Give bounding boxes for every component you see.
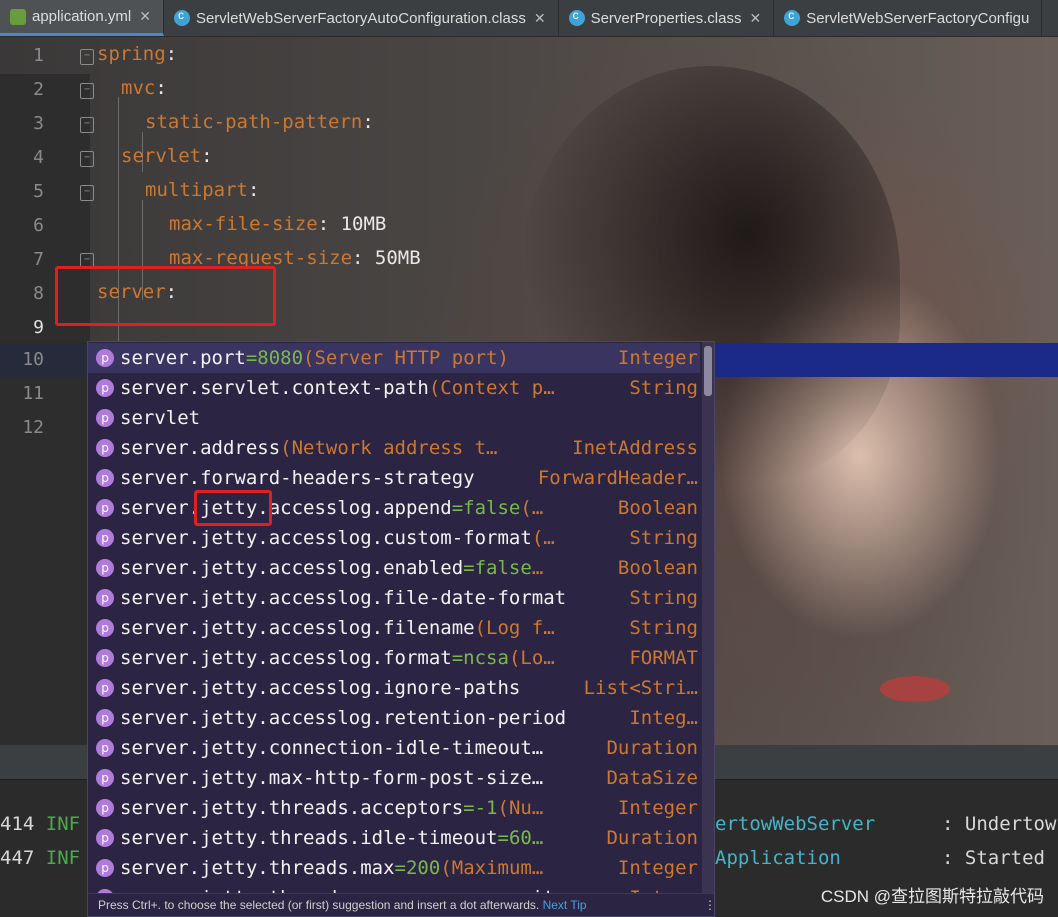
line-number: 7 xyxy=(33,249,44,270)
property-icon: p xyxy=(96,799,114,817)
next-tip-link[interactable]: Next Tip xyxy=(543,898,587,912)
line-number: 8 xyxy=(33,283,44,304)
completion-item[interactable]: p server.jetty.accesslog.ignore-paths List… xyxy=(88,673,700,703)
console-row: 447 INF xyxy=(0,847,81,869)
line-number: 6 xyxy=(33,215,44,236)
completion-item[interactable]: p server.jetty.accesslog.format =ncsa (Lo…… xyxy=(88,643,700,673)
completion-item[interactable]: p server.port =8080 (Server HTTP port) Inte… xyxy=(88,343,700,373)
fold-icon[interactable]: − xyxy=(80,117,94,133)
property-icon: p xyxy=(96,439,114,457)
close-icon[interactable]: ✕ xyxy=(534,10,546,27)
property-icon: p xyxy=(96,559,114,577)
console-logger: ertowWebServer xyxy=(715,813,876,835)
line-number: 1 xyxy=(33,45,44,66)
property-icon: p xyxy=(96,529,114,547)
more-options-icon[interactable]: ⋮ xyxy=(704,894,714,916)
completion-item[interactable]: p server.jetty.accesslog.filename (Log f…… xyxy=(88,613,700,643)
console-message: : Started xyxy=(942,847,1045,869)
line-number: 5 xyxy=(33,181,44,202)
completion-item[interactable]: p server.jetty.accesslog.enabled =false … B… xyxy=(88,553,700,583)
completion-item[interactable]: p server.address (Network address t… InetA… xyxy=(88,433,700,463)
completion-hint-bar: Press Ctrl+. to choose the selected (or … xyxy=(88,893,714,916)
fold-icon[interactable]: − xyxy=(80,49,94,65)
tab-label: application.yml xyxy=(32,8,132,25)
completion-item[interactable]: p server.jetty.accesslog.append =false (… B… xyxy=(88,493,700,523)
fold-icon[interactable]: − xyxy=(80,185,94,201)
console-message: : Undertow xyxy=(942,813,1057,835)
completion-item[interactable]: p server.jetty.connection-idle-timeout… Du… xyxy=(88,733,700,763)
property-icon: p xyxy=(96,769,114,787)
property-icon: p xyxy=(96,649,114,667)
completion-item[interactable]: p server.jetty.threads.acceptors =-1 (Nu… I… xyxy=(88,793,700,823)
class-file-icon xyxy=(568,8,585,26)
line-number: 12 xyxy=(22,417,44,438)
fold-icon[interactable]: − xyxy=(80,83,94,99)
property-icon: p xyxy=(96,379,114,397)
property-icon: p xyxy=(96,829,114,847)
code-line: spring: xyxy=(97,43,178,65)
class-file-icon xyxy=(784,8,801,26)
completion-item[interactable]: p server.servlet.context-path (Context p…… xyxy=(88,373,700,403)
console-row: 414 INF xyxy=(0,813,81,835)
code-line: multipart: xyxy=(145,179,260,201)
property-icon: p xyxy=(96,619,114,637)
completion-item[interactable]: p server.jetty.threads.max =200 (Maximum… I… xyxy=(88,853,700,883)
completion-scrollbar[interactable] xyxy=(702,342,714,894)
line-number: 11 xyxy=(22,383,44,404)
code-line: max-file-size: 10MB xyxy=(169,213,387,235)
fold-icon[interactable]: − xyxy=(80,151,94,167)
highlight-box-jetty xyxy=(194,490,272,526)
completion-item[interactable]: p server.forward-headers-strategy ForwardH… xyxy=(88,463,700,493)
tab-server-properties[interactable]: ServerProperties.class ✕ xyxy=(559,0,775,36)
property-icon: p xyxy=(96,589,114,607)
property-icon: p xyxy=(96,469,114,487)
completion-item[interactable]: p server.jetty.accesslog.file-date-format… xyxy=(88,583,700,613)
hint-text: Press Ctrl+. to choose the selected (or … xyxy=(98,898,540,912)
property-icon: p xyxy=(96,739,114,757)
code-line: static-path-pattern: xyxy=(145,111,374,133)
completion-item[interactable]: p servlet xyxy=(88,403,700,433)
property-icon: p xyxy=(96,709,114,727)
property-icon: p xyxy=(96,409,114,427)
class-file-icon xyxy=(173,8,190,26)
close-icon[interactable]: ✕ xyxy=(139,8,151,25)
completion-item[interactable]: p server.jetty.accesslog.retention-period… xyxy=(88,703,700,733)
scrollbar-thumb[interactable] xyxy=(704,346,712,396)
code-line: mvc: xyxy=(121,77,167,99)
close-icon[interactable]: ✕ xyxy=(749,10,761,27)
line-number: 3 xyxy=(33,113,44,134)
tab-application-yml[interactable]: application.yml ✕ xyxy=(0,0,164,36)
yaml-file-icon xyxy=(10,8,26,25)
line-number: 2 xyxy=(33,79,44,100)
highlight-box-server xyxy=(55,266,276,326)
tab-servlet-web-server-factory-configuration[interactable]: ServletWebServerFactoryConfigu xyxy=(774,0,1043,36)
completion-item[interactable]: p server.jetty.accesslog.custom-format (…… xyxy=(88,523,700,553)
editor-tab-bar: application.yml ✕ ServletWebServerFactor… xyxy=(0,0,1058,37)
line-number: 10 xyxy=(22,349,44,370)
tab-label: ServerProperties.class xyxy=(590,9,742,27)
tab-servlet-web-server-factory-auto-configuration[interactable]: ServletWebServerFactoryAutoConfiguration… xyxy=(164,0,559,36)
line-number: 4 xyxy=(33,147,44,168)
property-icon: p xyxy=(96,499,114,517)
property-icon: p xyxy=(96,349,114,367)
tab-label: ServletWebServerFactoryAutoConfiguration… xyxy=(195,9,526,27)
property-icon: p xyxy=(96,679,114,697)
line-number: 9 xyxy=(33,317,44,338)
completion-popup[interactable]: p server.port =8080 (Server HTTP port) Inte… xyxy=(87,341,715,917)
code-line: servlet: xyxy=(121,145,213,167)
watermark: CSDN @查拉图斯特拉敲代码 xyxy=(820,887,1044,906)
completion-item[interactable]: p server.jetty.threads.idle-timeout =60… Du… xyxy=(88,823,700,853)
tab-label: ServletWebServerFactoryConfigu xyxy=(806,9,1030,27)
console-logger: Application xyxy=(715,847,841,869)
property-icon: p xyxy=(96,859,114,877)
completion-item[interactable]: p server.jetty.max-http-form-post-size… Da… xyxy=(88,763,700,793)
